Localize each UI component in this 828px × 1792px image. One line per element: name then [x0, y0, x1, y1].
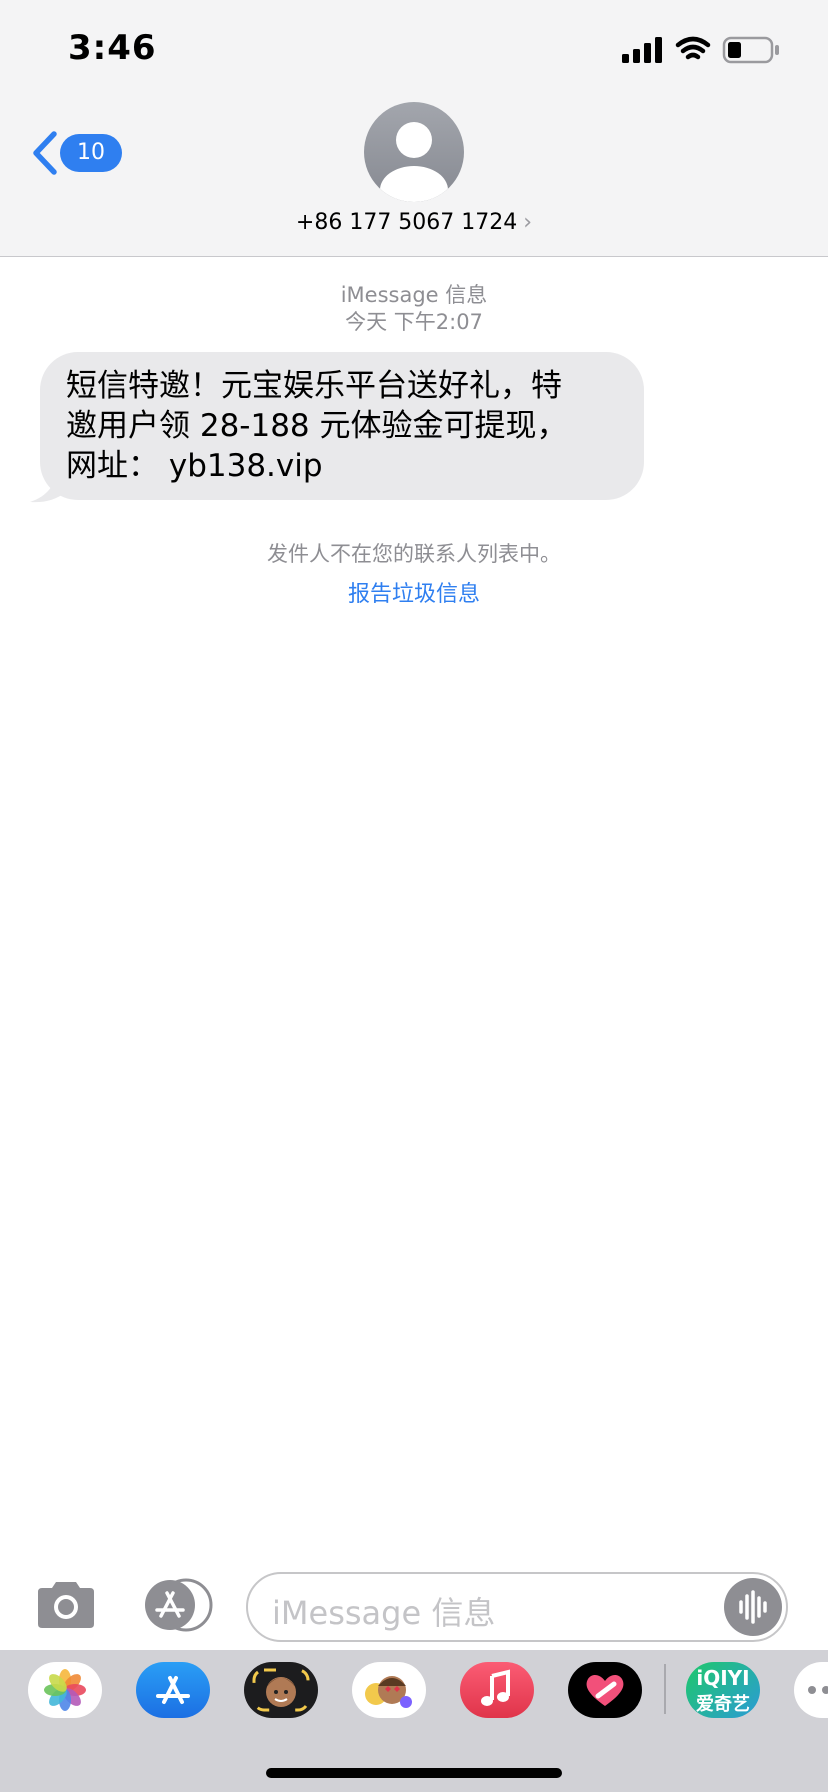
app-store-icon[interactable]	[136, 1662, 210, 1718]
chevron-left-icon	[33, 131, 57, 175]
wifi-icon	[675, 36, 711, 60]
conversation-header: 3:46 10 +86 177 5067 1724 ›	[0, 0, 828, 257]
message-line: 短信特邀！元宝娱乐平台送好礼，特	[66, 368, 562, 404]
person-icon	[380, 122, 448, 202]
unread-count-badge: 10	[60, 134, 122, 172]
contact-avatar[interactable]	[364, 102, 464, 202]
iqiyi-chinese-name: 爱奇艺	[696, 1694, 750, 1715]
waveform-icon	[739, 1590, 767, 1624]
report-junk-link[interactable]: 报告垃圾信息	[0, 576, 828, 608]
music-icon[interactable]	[460, 1662, 534, 1718]
memoji-icon[interactable]	[244, 1662, 318, 1718]
contact-phone: +86 177 5067 1724	[295, 210, 518, 235]
status-time: 3:46	[68, 28, 157, 68]
iqiyi-logo-text: iQIYI	[696, 1666, 750, 1690]
unknown-sender-notice: 发件人不在您的联系人列表中。	[267, 542, 561, 566]
message-line: 网址： yb138.vip	[66, 448, 323, 484]
message-timestamp: 今天 下午2:07	[345, 310, 483, 334]
app-store-glyph	[156, 1676, 190, 1704]
tray-divider	[664, 1664, 666, 1714]
animoji-stickers-icon[interactable]	[352, 1662, 426, 1718]
incoming-message-bubble[interactable]: 短信特邀！元宝娱乐平台送好礼，特 邀用户领 28-188 元体验金可提现， 网址…	[40, 352, 644, 500]
home-indicator[interactable]	[266, 1768, 562, 1778]
status-icons	[622, 36, 779, 64]
thread-meta: iMessage 信息 今天 下午2:07	[0, 282, 828, 336]
more-icon[interactable]	[794, 1662, 828, 1718]
music-note-glyph	[481, 1669, 510, 1706]
heart-glyph	[586, 1675, 624, 1706]
app-store-button[interactable]	[140, 1578, 214, 1632]
voice-message-button[interactable]	[724, 1578, 782, 1636]
iqiyi-icon[interactable]: iQIYI 爱奇艺	[686, 1662, 760, 1718]
digital-touch-icon[interactable]	[568, 1662, 642, 1718]
more-dots	[808, 1686, 828, 1694]
message-line: 邀用户领 28-188 元体验金可提现，	[66, 408, 568, 444]
input-placeholder: iMessage 信息	[272, 1594, 496, 1632]
service-label: iMessage 信息	[340, 283, 488, 307]
chevron-right-icon: ›	[523, 210, 533, 235]
stickers-faces	[365, 1676, 412, 1708]
message-input[interactable]: iMessage 信息	[246, 1572, 788, 1642]
contact-name[interactable]: +86 177 5067 1724 ›	[0, 210, 828, 235]
camera-icon[interactable]	[34, 1580, 98, 1630]
memoji-face	[252, 1668, 310, 1712]
back-button[interactable]: 10	[30, 128, 122, 178]
cellular-signal-icon	[622, 37, 662, 63]
battery-icon	[722, 36, 779, 64]
photos-flower	[44, 1669, 86, 1711]
photos-icon[interactable]	[28, 1662, 102, 1718]
